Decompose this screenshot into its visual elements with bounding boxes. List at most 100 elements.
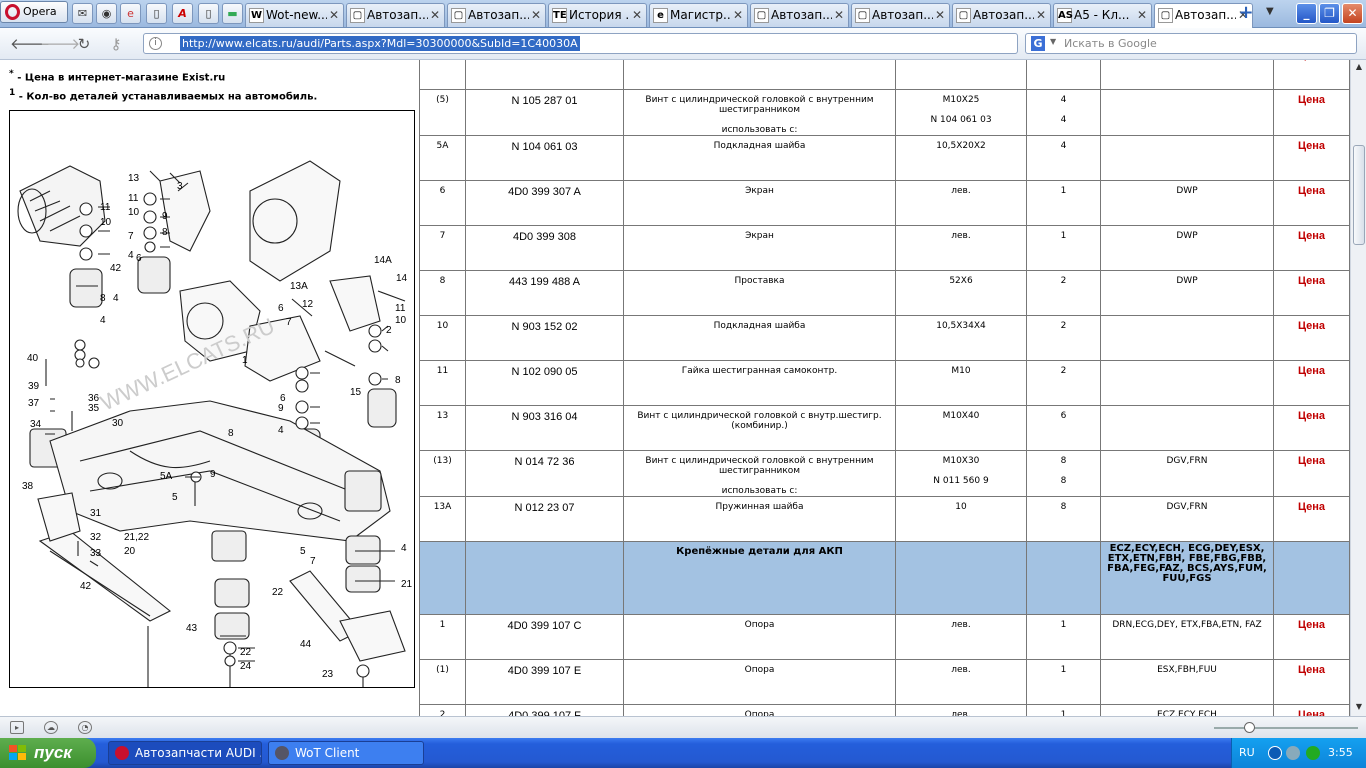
diagram-callout-label[interactable]: 8 [10,111,16,114]
price-link[interactable]: Цена [1273,659,1350,705]
tab-close-icon[interactable]: ✕ [1137,4,1147,26]
part-number[interactable]: 443 199 488 A [465,270,624,316]
diagram-callout-label[interactable]: 32 [90,532,102,543]
tab-8[interactable]: AS A5 - Кл... ✕ [1053,3,1152,27]
diagram-callout-label[interactable]: 11 [395,303,406,314]
diagram-callout-label[interactable]: 1 [242,355,248,366]
diagram-callout-label[interactable]: 8 [395,375,401,386]
diagram-callout-label[interactable]: 9 [278,403,284,414]
part-number[interactable]: 4D0 399 107 E [465,659,624,705]
part-number[interactable]: N 903 152 02 [465,315,624,361]
panel-toggle-icon[interactable]: ▸ [10,721,24,734]
diagram-callout-label[interactable]: 5 [172,492,178,503]
tab-close-icon[interactable]: ✕ [834,4,844,26]
maximize-button[interactable]: ❐ [1319,3,1340,24]
tab-close-icon[interactable]: ✕ [733,4,743,26]
tab-close-icon[interactable]: ✕ [430,4,440,26]
diagram-callout-label[interactable]: 5A [160,471,173,482]
diagram-callout-label[interactable]: 40 [27,353,39,364]
task-wot-client[interactable]: WoT Client [268,741,424,765]
part-number[interactable]: N 105 287 01 [465,89,624,136]
wot-icon[interactable]: ◉ [96,3,117,24]
zoom-slider[interactable] [1214,722,1358,733]
diagram-callout-label[interactable]: 14A [374,255,392,266]
diagram-callout-label[interactable]: 8 [100,293,106,304]
shield-tray-icon[interactable] [1306,746,1320,760]
diagram-callout-label[interactable]: 30 [112,418,124,429]
google-icon[interactable]: G [1031,36,1045,51]
tab-close-icon[interactable]: ✕ [329,4,339,26]
address-url[interactable]: http://www.elcats.ru/audi/Parts.aspx?Mdl… [180,36,580,51]
diagram-callout-label[interactable]: 6 [136,253,142,264]
page-icon-2[interactable]: ▯ [198,3,219,24]
task-opera[interactable]: Автозапчасти AUDI ... [108,741,262,765]
scrollbar-thumb[interactable] [1353,145,1365,245]
diagram-callout-label[interactable]: 11 [100,202,111,213]
diagram-callout-label[interactable]: 43 [186,623,198,634]
diagram-callout-label[interactable]: 11 [128,193,139,204]
price-link[interactable]: Цена [1273,360,1350,406]
part-number[interactable]: 4D0 399 151 PG [465,60,624,90]
tab-3[interactable]: TEИстория ...✕ [548,3,647,27]
tab-list-chevron-icon[interactable]: ▼ [1266,6,1274,17]
diagram-callout-label[interactable]: 10 [395,315,407,326]
diagram-callout-label[interactable]: 35 [88,403,100,414]
part-number[interactable]: 4D0 399 107 F [465,704,624,716]
diagram-callout-label[interactable]: 23 [322,669,334,680]
page-icon[interactable]: ▯ [146,3,167,24]
price-link[interactable]: Цена [1273,405,1350,451]
diagram-callout-label[interactable]: 5 [300,546,306,557]
diagram-callout-label[interactable]: 21,22 [124,532,149,543]
diagram-callout-label[interactable]: 13 [128,173,140,184]
start-button[interactable]: пуск [0,738,96,768]
diagram-callout-label[interactable]: 10 [128,207,140,218]
back-tray-icon[interactable] [1268,746,1282,760]
forward-arrow-icon[interactable]: 🡒 [40,34,80,54]
search-engine-chevron-icon[interactable]: ▼ [1050,37,1056,46]
tab-close-icon[interactable]: ✕ [531,4,541,26]
adobe-icon[interactable]: A [172,3,193,24]
tank-icon[interactable]: ▬ [222,3,243,24]
vertical-scrollbar[interactable]: ▲ ▼ [1350,60,1366,716]
tab-close-icon[interactable]: ✕ [935,4,945,26]
diagram-callout-label[interactable]: 10 [100,217,112,228]
language-indicator[interactable]: RU [1239,746,1255,759]
part-number[interactable]: N 104 061 03 [465,135,624,181]
price-link[interactable]: Цена [1273,450,1350,497]
price-link[interactable]: Цена [1273,315,1350,361]
diagram-callout-label[interactable]: 6 [278,303,284,314]
diagram-callout-label[interactable]: 42 [80,581,92,592]
scroll-down-icon[interactable]: ▼ [1353,702,1365,714]
diagram-callout-label[interactable]: 4 [128,250,134,261]
tab-1[interactable]: ▢ Автозап... ✕ [346,3,445,27]
part-number[interactable]: N 012 23 07 [465,496,624,542]
search-placeholder[interactable]: Искать в Google [1064,37,1157,50]
diagram-callout-label[interactable]: 7 [286,317,292,328]
diagram-callout-label[interactable]: 3 [177,181,183,192]
tab-close-icon[interactable]: ✕ [1036,4,1046,26]
diagram-callout-label[interactable]: 7 [310,556,316,567]
zoom-slider-knob[interactable] [1244,722,1255,733]
key-icon[interactable]: ⚷ [106,34,126,54]
back-arrow-icon[interactable]: 🡐 [10,34,50,54]
diagram-callout-label[interactable]: 24 [240,661,252,672]
part-number[interactable]: N 903 316 04 [465,405,624,451]
diagram-callout-label[interactable]: 34 [30,419,42,430]
turbo-cloud-icon[interactable]: ☁ [44,721,58,734]
close-window-button[interactable]: ✕ [1342,3,1363,24]
diagram-callout-label[interactable]: 44 [300,639,312,650]
diagram-callout-label[interactable]: 14 [396,273,408,284]
parts-diagram[interactable]: WWW.ELCATS.RU 13 3 11 10 11 10 9 8 7 6 4 8 4 40 39 37 36… [9,110,415,688]
price-link[interactable]: Цена [1273,225,1350,271]
diagram-callout-label[interactable]: 9 [210,469,216,480]
diagram-callout-label[interactable]: 22 [272,587,284,598]
tab-close-icon[interactable]: ✕ [632,4,642,26]
diagram-callout-label[interactable]: 12 [302,299,314,310]
price-link[interactable]: Цена [1273,704,1350,716]
diagram-callout-label[interactable]: 33 [90,548,102,559]
page-info-icon[interactable]: i [149,37,162,50]
price-link[interactable]: Цена [1273,614,1350,660]
diagram-callout-label[interactable]: 4 [113,293,119,304]
diagram-callout-label[interactable]: 8 [162,227,168,238]
opera-link-icon[interactable]: e [120,3,141,24]
